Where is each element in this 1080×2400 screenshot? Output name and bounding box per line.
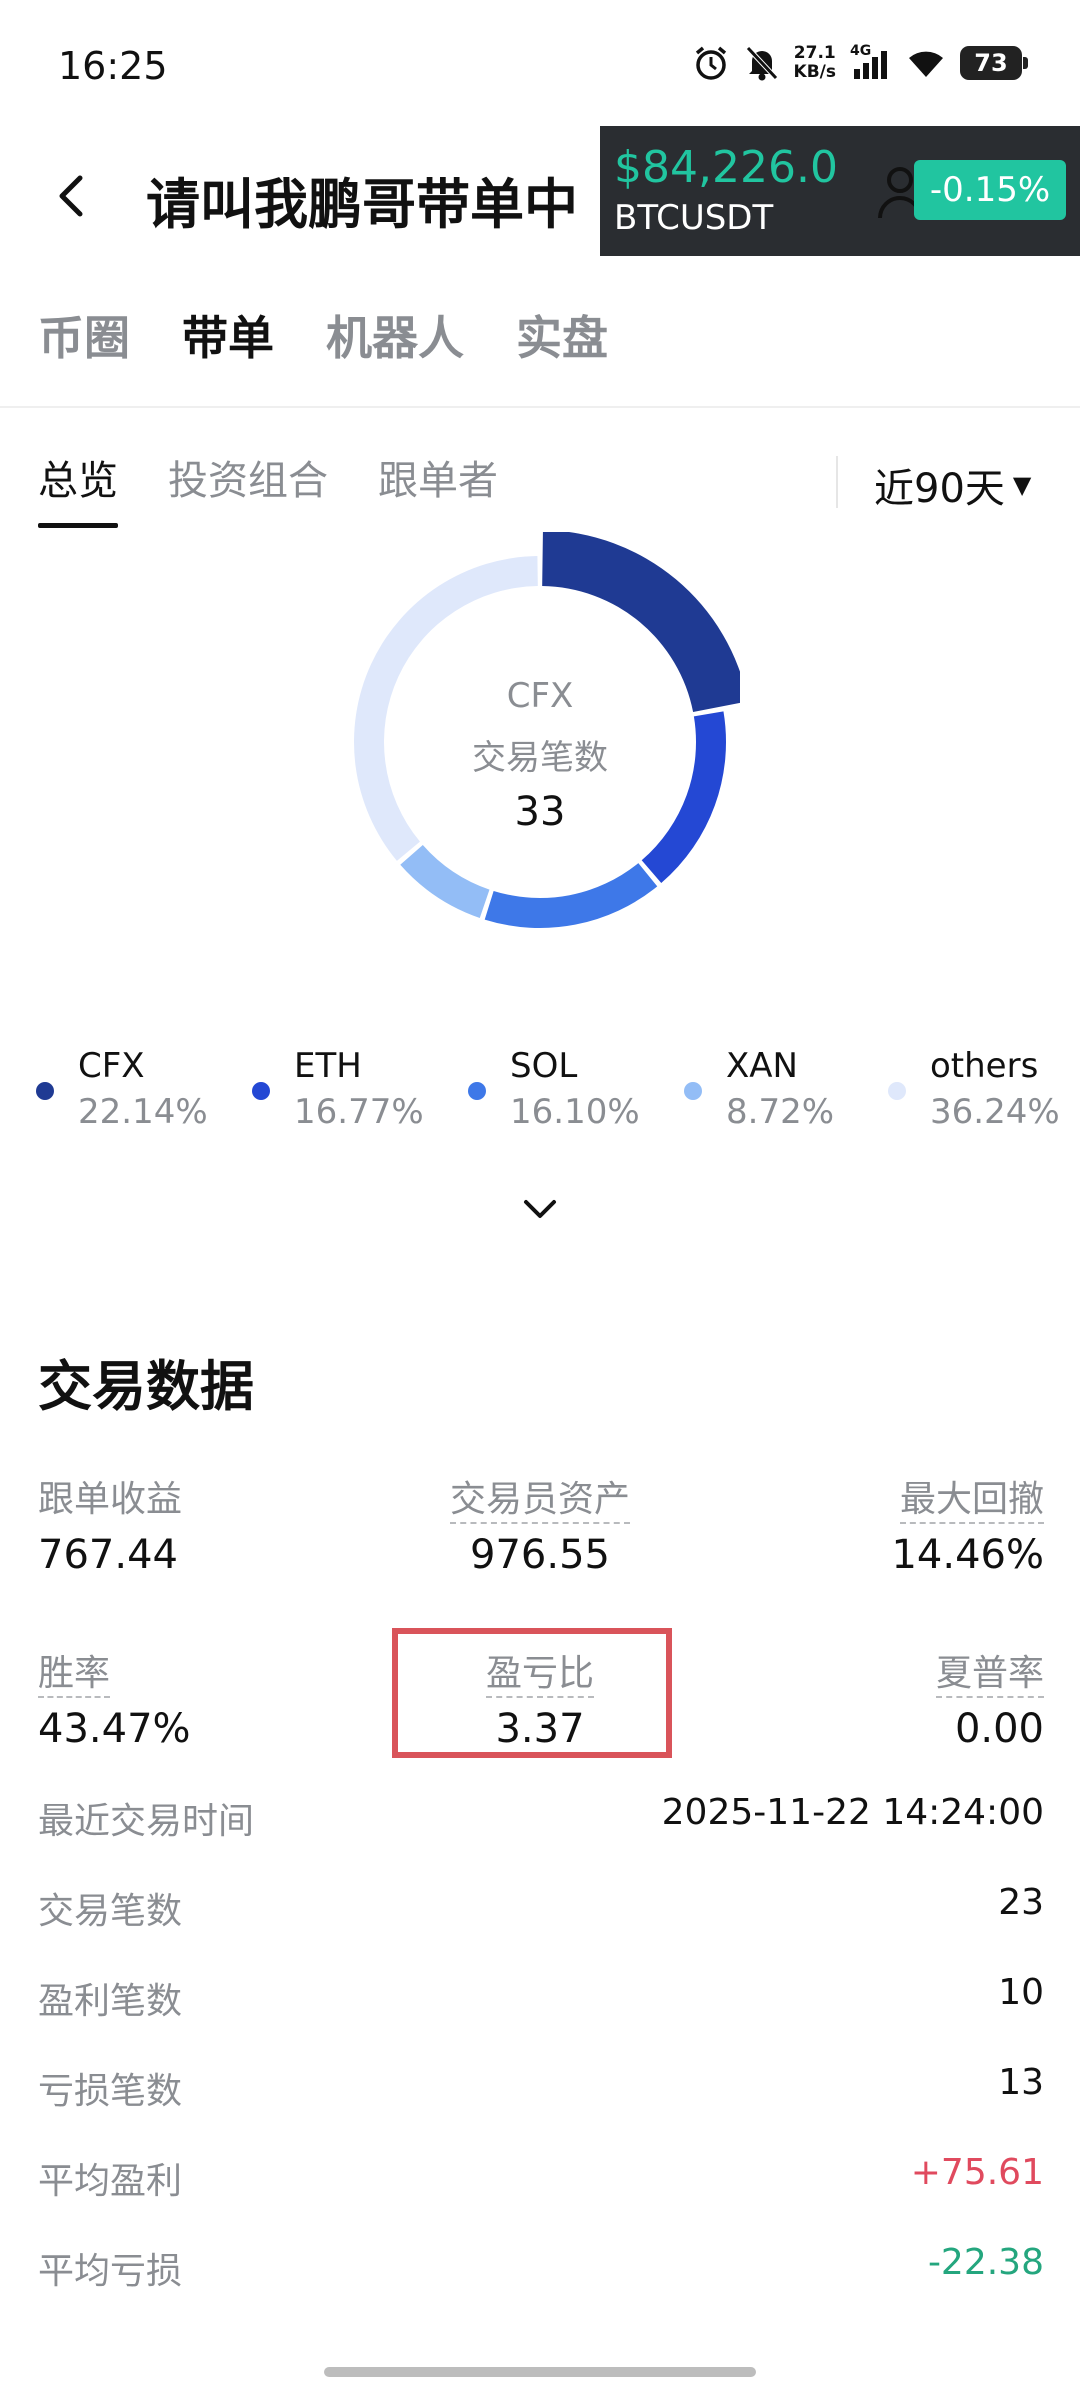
status-bar: 16:25 27.1 KB/s 4G 73 xyxy=(0,0,1080,120)
donut-center-value: 33 xyxy=(514,789,566,835)
ticker-symbol: BTCUSDT xyxy=(614,198,774,238)
row-label: 亏损笔数 xyxy=(38,2071,183,2112)
legend-dot xyxy=(684,1082,702,1100)
donut-center-symbol: CFX xyxy=(506,676,574,716)
main-tabs: 币圈 带单 机器人 实盘 xyxy=(38,302,608,368)
caret-down-icon: ▼ xyxy=(1012,471,1032,499)
stat-sharpe-ratio[interactable]: 夏普率 0.00 xyxy=(935,1644,1044,1752)
stat-value: 43.47% xyxy=(38,1706,191,1752)
battery-indicator: 73 xyxy=(960,46,1028,80)
tab-portfolio[interactable]: 投资组合 xyxy=(168,448,328,528)
legend-percent: 16.10% xyxy=(510,1092,640,1132)
row-value: 10 xyxy=(998,1972,1044,2013)
section-title: 交易数据 xyxy=(38,1355,254,1418)
sub-tabs: 总览 投资组合 跟单者 xyxy=(38,448,498,528)
donut-segment-xan[interactable] xyxy=(400,844,490,918)
row-avg-loss: 平均亏损 -22.38 xyxy=(38,2242,1044,2302)
row-win-count: 盈利笔数 10 xyxy=(38,1972,1044,2032)
mute-bell-icon xyxy=(744,44,780,82)
legend-dot xyxy=(888,1082,906,1100)
divider xyxy=(836,456,838,508)
legend-name: CFX xyxy=(78,1046,145,1086)
status-time: 16:25 xyxy=(58,44,168,88)
period-label: 近90天 xyxy=(874,466,1005,512)
stat-value: 767.44 xyxy=(38,1532,178,1578)
price-ticker-widget[interactable]: $84,226.0 BTCUSDT -0.15% xyxy=(600,126,1080,256)
legend-dot xyxy=(468,1082,486,1100)
tab-followers[interactable]: 跟单者 xyxy=(378,448,498,528)
tab-bots[interactable]: 机器人 xyxy=(326,302,464,368)
divider xyxy=(0,406,1080,408)
stat-label: 最大回撤 xyxy=(899,1479,1044,1524)
legend-name: ETH xyxy=(294,1046,362,1086)
stat-value: 14.46% xyxy=(891,1532,1044,1578)
stat-value: 0.00 xyxy=(954,1706,1044,1752)
tab-copy-trading[interactable]: 带单 xyxy=(182,302,274,368)
back-button[interactable] xyxy=(50,168,94,224)
donut-center: CFX 交易笔数 33 xyxy=(390,676,690,835)
legend-dot xyxy=(252,1082,270,1100)
row-last-trade-time: 最近交易时间 2025-11-22 14:24:00 xyxy=(38,1792,1044,1852)
ticker-change-badge: -0.15% xyxy=(914,160,1066,220)
chevron-left-icon xyxy=(59,175,83,217)
network-speed: 27.1 KB/s xyxy=(793,43,836,82)
row-label: 平均亏损 xyxy=(38,2251,183,2292)
legend-percent: 8.72% xyxy=(726,1092,835,1132)
row-value: 2025-11-22 14:24:00 xyxy=(661,1792,1044,1833)
donut-segment-sol[interactable] xyxy=(484,863,658,928)
legend-name: XAN xyxy=(726,1046,798,1086)
expand-button[interactable] xyxy=(520,1194,560,1224)
alarm-icon xyxy=(692,44,730,82)
row-value: 13 xyxy=(998,2062,1044,2103)
row-label: 平均盈利 xyxy=(38,2161,183,2202)
stat-copy-profit: 跟单收益 767.44 xyxy=(38,1470,182,1578)
donut-center-label: 交易笔数 xyxy=(472,738,608,778)
legend-name: SOL xyxy=(510,1046,578,1086)
row-loss-count: 亏损笔数 13 xyxy=(38,2062,1044,2122)
legend-dot xyxy=(36,1082,54,1100)
period-selector[interactable]: 近90天 ▼ xyxy=(874,456,1031,514)
stat-label: 夏普率 xyxy=(935,1653,1044,1698)
row-avg-profit: 平均盈利 +75.61 xyxy=(38,2152,1044,2212)
status-icons: 27.1 KB/s 4G 73 xyxy=(692,43,1028,82)
legend-percent: 22.14% xyxy=(78,1092,208,1132)
row-trade-count: 交易笔数 23 xyxy=(38,1882,1044,1942)
stat-label: 跟单收益 xyxy=(38,1479,183,1520)
signal-icon: 4G xyxy=(850,43,892,81)
highlight-annotation xyxy=(392,1628,672,1758)
row-value: -22.38 xyxy=(927,2242,1044,2283)
stat-label: 交易员资产 xyxy=(449,1479,630,1524)
legend-percent: 16.77% xyxy=(294,1092,424,1132)
chart-legend: CFX 22.14% ETH 16.77% SOL 16.10% XAN 8.7… xyxy=(30,1046,1070,1136)
row-label: 盈利笔数 xyxy=(38,1981,183,2022)
stat-value: 976.55 xyxy=(470,1532,610,1578)
legend-percent: 36.24% xyxy=(930,1092,1060,1132)
stat-max-drawdown[interactable]: 最大回撤 14.46% xyxy=(891,1470,1044,1578)
row-label: 交易笔数 xyxy=(38,1891,183,1932)
stat-win-rate[interactable]: 胜率 43.47% xyxy=(38,1644,191,1752)
row-value: +75.61 xyxy=(910,2152,1044,2193)
page-title: 请叫我鹏哥带单中 xyxy=(146,173,578,236)
row-label: 最近交易时间 xyxy=(38,1801,255,1842)
wifi-icon xyxy=(906,46,946,80)
home-indicator[interactable] xyxy=(324,2367,756,2377)
stat-label: 胜率 xyxy=(38,1653,111,1698)
tab-crypto[interactable]: 币圈 xyxy=(38,302,130,368)
stat-trader-assets[interactable]: 交易员资产 976.55 xyxy=(390,1470,690,1578)
chevron-down-icon xyxy=(524,1200,556,1218)
tab-overview[interactable]: 总览 xyxy=(38,448,118,528)
tab-live[interactable]: 实盘 xyxy=(516,302,608,368)
ticker-price: $84,226.0 xyxy=(614,142,838,193)
row-value: 23 xyxy=(998,1882,1044,1923)
legend-name: others xyxy=(930,1046,1039,1086)
